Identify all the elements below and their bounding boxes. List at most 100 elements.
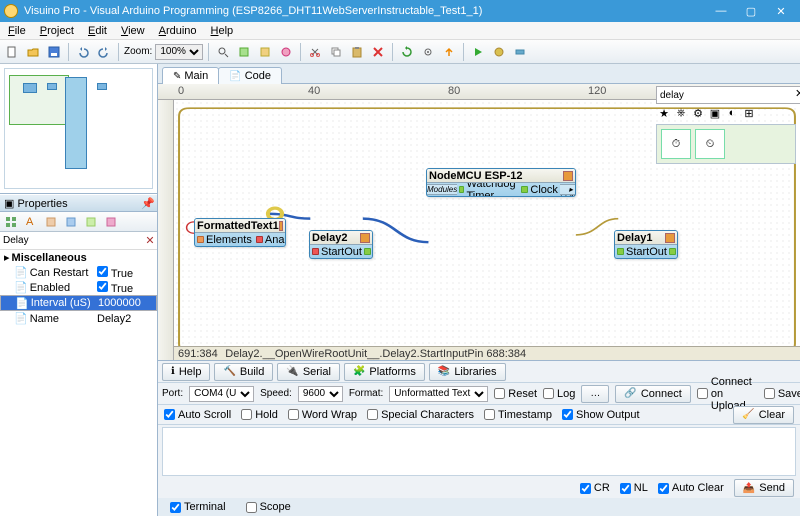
close-button[interactable]: ✕ bbox=[766, 0, 796, 22]
libraries-button[interactable]: 📚 Libraries bbox=[429, 363, 506, 381]
connect-button[interactable]: 🔗 Connect bbox=[615, 385, 690, 403]
connect-on-upload-check[interactable] bbox=[697, 388, 708, 399]
platforms-button[interactable]: 🧩 Platforms bbox=[344, 363, 425, 381]
tab-scope[interactable]: Scope bbox=[240, 500, 297, 514]
menu-bar: FFileile Project Edit View Arduino Help bbox=[0, 22, 800, 40]
port-select[interactable]: COM4 (U bbox=[189, 386, 254, 402]
serial-button[interactable]: 🔌 Serial bbox=[277, 363, 340, 381]
log-browse[interactable]: … bbox=[581, 385, 609, 403]
properties-search-row: ✕ bbox=[0, 232, 157, 250]
open-button[interactable] bbox=[24, 43, 42, 61]
pal-b3[interactable]: ⚙ bbox=[690, 105, 706, 121]
window-title: Visuino Pro - Visual Arduino Programming… bbox=[24, 5, 706, 17]
menu-view[interactable]: View bbox=[115, 24, 151, 38]
autoscroll-check[interactable] bbox=[164, 409, 175, 420]
tab-code[interactable]: 📄 Code bbox=[218, 67, 282, 84]
upload-button[interactable] bbox=[440, 43, 458, 61]
prop-b2[interactable] bbox=[62, 213, 80, 231]
speed-label: Speed: bbox=[260, 388, 292, 399]
clear-search-icon[interactable]: ✕ bbox=[143, 232, 157, 249]
wrap-check[interactable] bbox=[288, 409, 299, 420]
save-button[interactable] bbox=[45, 43, 63, 61]
format-label: Format: bbox=[349, 388, 383, 399]
save-check[interactable] bbox=[764, 388, 775, 399]
properties-header: ▣ Properties 📌 bbox=[0, 194, 157, 212]
pal-b6[interactable]: ⊞ bbox=[741, 105, 757, 121]
prop-b3[interactable] bbox=[82, 213, 100, 231]
minimize-button[interactable]: — bbox=[706, 0, 736, 22]
properties-search-input[interactable] bbox=[0, 232, 143, 249]
clear-button[interactable]: 🧹 Clear bbox=[733, 406, 794, 424]
config-button[interactable] bbox=[419, 43, 437, 61]
tool-b[interactable] bbox=[511, 43, 529, 61]
tab-terminal[interactable]: Terminal bbox=[164, 500, 232, 514]
properties-tree[interactable]: ▸ Miscellaneous 📄 Can Restart True 📄 Ena… bbox=[0, 250, 157, 516]
speed-select[interactable]: 9600 bbox=[298, 386, 343, 402]
component-palette: ✕ ★ ⎈ ⚙ ▣ ◐ ⊞ ⏱ ⏲ bbox=[656, 86, 796, 164]
redo-button[interactable] bbox=[95, 43, 113, 61]
palette-toolbar: ★ ⎈ ⚙ ▣ ◐ ⊞ bbox=[656, 104, 796, 122]
pal-b1[interactable]: ★ bbox=[656, 105, 672, 121]
btn-b[interactable] bbox=[256, 43, 274, 61]
prop-b1[interactable] bbox=[42, 213, 60, 231]
hold-check[interactable] bbox=[241, 409, 252, 420]
undo-button[interactable] bbox=[74, 43, 92, 61]
log-check[interactable] bbox=[543, 388, 554, 399]
zoom-label: Zoom: bbox=[124, 46, 152, 57]
menu-file[interactable]: FFileile bbox=[2, 24, 32, 38]
menu-help[interactable]: Help bbox=[205, 24, 240, 38]
palette-item-delay[interactable]: ⏱ bbox=[661, 129, 691, 159]
palette-search-input[interactable] bbox=[657, 87, 795, 103]
svg-text:A: A bbox=[26, 216, 34, 228]
paste-button[interactable] bbox=[348, 43, 366, 61]
node-delay2[interactable]: Delay2 StartOut Reset bbox=[309, 230, 373, 259]
pal-b2[interactable]: ⎈ bbox=[673, 105, 689, 121]
pal-b4[interactable]: ▣ bbox=[707, 105, 723, 121]
tool-a[interactable] bbox=[490, 43, 508, 61]
showoutput-check[interactable] bbox=[562, 409, 573, 420]
special-check[interactable] bbox=[367, 409, 378, 420]
reset-check[interactable] bbox=[494, 388, 505, 399]
zoom-select[interactable]: 100% bbox=[155, 44, 203, 60]
btn-c[interactable] bbox=[277, 43, 295, 61]
terminal-output[interactable] bbox=[162, 427, 796, 476]
palette-item-delay2[interactable]: ⏲ bbox=[695, 129, 725, 159]
overview-panel[interactable] bbox=[0, 64, 157, 194]
tab-main[interactable]: ✎ Main bbox=[162, 67, 219, 84]
build-button[interactable]: 🔨 Build bbox=[214, 363, 273, 381]
send-button[interactable]: 📤 Send bbox=[734, 479, 794, 497]
prop-cat-button[interactable] bbox=[2, 213, 20, 231]
timestamp-check[interactable] bbox=[484, 409, 495, 420]
delete-button[interactable] bbox=[369, 43, 387, 61]
run-button[interactable] bbox=[469, 43, 487, 61]
cut-button[interactable] bbox=[306, 43, 324, 61]
properties-toolbar: A bbox=[0, 212, 157, 232]
help-button[interactable]: ℹ Help bbox=[162, 363, 210, 381]
prop-az-button[interactable]: A bbox=[22, 213, 40, 231]
cr-check[interactable] bbox=[580, 483, 591, 494]
node-nodemcu[interactable]: NodeMCU ESP-12 Modules Watchdog Timer Cl… bbox=[426, 168, 576, 197]
copy-button[interactable] bbox=[327, 43, 345, 61]
menu-edit[interactable]: Edit bbox=[82, 24, 113, 38]
prop-b4[interactable] bbox=[102, 213, 120, 231]
refresh-button[interactable] bbox=[398, 43, 416, 61]
menu-project[interactable]: Project bbox=[34, 24, 80, 38]
autoclear-check[interactable] bbox=[658, 483, 669, 494]
zoom-fit-button[interactable] bbox=[214, 43, 232, 61]
new-button[interactable] bbox=[3, 43, 21, 61]
pin-icon[interactable]: 📌 bbox=[141, 197, 153, 209]
pal-b5[interactable]: ◐ bbox=[724, 105, 740, 121]
port-label: Port: bbox=[162, 388, 183, 399]
palette-clear-icon[interactable]: ✕ bbox=[795, 87, 800, 103]
property-interval-row[interactable]: 📄 Interval (uS)1000000 bbox=[0, 295, 157, 311]
node-icon bbox=[360, 233, 370, 243]
canvas-status-bar: 691:384 Delay2.__OpenWireRootUnit__.Dela… bbox=[174, 346, 800, 360]
maximize-button[interactable]: ▢ bbox=[736, 0, 766, 22]
node-delay1[interactable]: Delay1 StartOut Reset bbox=[614, 230, 678, 259]
btn-a[interactable] bbox=[235, 43, 253, 61]
menu-arduino[interactable]: Arduino bbox=[153, 24, 203, 38]
node-formattedtext1[interactable]: FormattedText1 Elements AnalogElement1Ou… bbox=[194, 218, 286, 247]
nl-check[interactable] bbox=[620, 483, 631, 494]
left-sidebar: ▣ Properties 📌 A ✕ ▸ Miscellaneous 📄 Can… bbox=[0, 64, 158, 516]
format-select[interactable]: Unformatted Text bbox=[389, 386, 488, 402]
